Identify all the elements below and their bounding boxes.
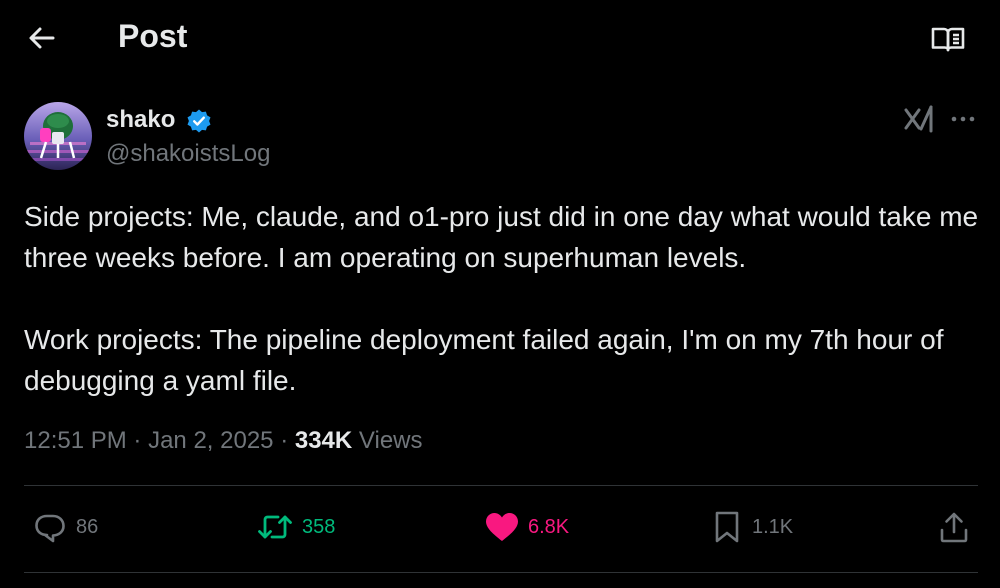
post-date[interactable]: Jan 2, 2025	[148, 427, 273, 454]
views-label: Views	[358, 427, 423, 454]
back-arrow-icon	[29, 27, 55, 49]
author-handle[interactable]: @shakoistsLog	[106, 140, 270, 168]
meta-separator: ·	[280, 427, 289, 454]
avatar-image	[24, 102, 92, 170]
back-button[interactable]	[26, 22, 58, 54]
divider	[24, 572, 978, 573]
share-icon	[940, 512, 968, 543]
page-title: Post	[118, 18, 188, 54]
bookmark-button[interactable]: 1.1K	[712, 508, 793, 546]
divider	[24, 485, 978, 486]
repost-icon	[258, 515, 292, 539]
more-options-button[interactable]	[948, 106, 978, 132]
bookmark-icon	[715, 511, 739, 543]
grok-icon	[904, 105, 933, 133]
reader-mode-button[interactable]	[930, 24, 966, 54]
avatar[interactable]	[24, 102, 92, 170]
like-button[interactable]: 6.8K	[484, 508, 569, 546]
author-name[interactable]: shako	[106, 106, 175, 134]
like-count: 6.8K	[528, 515, 570, 538]
repost-button[interactable]: 358	[256, 508, 335, 546]
meta-separator: ·	[133, 427, 142, 454]
post-text: Side projects: Me, claude, and o1-pro ju…	[24, 201, 979, 396]
like-icon	[486, 513, 518, 541]
repost-count: 358	[302, 515, 336, 538]
reply-button[interactable]: 86	[34, 508, 98, 546]
share-button[interactable]	[938, 510, 970, 544]
post-meta: 12:51 PM · Jan 2, 2025 · 334K Views	[24, 427, 423, 455]
reader-icon	[931, 27, 965, 52]
reply-icon	[35, 514, 65, 543]
more-icon	[951, 116, 975, 122]
post-time[interactable]: 12:51 PM	[24, 427, 127, 454]
verified-badge	[186, 108, 212, 134]
top-bar: Post	[0, 0, 1000, 78]
views-count: 334K	[294, 427, 353, 454]
bookmark-count: 1.1K	[752, 515, 794, 538]
grok-button[interactable]	[902, 104, 936, 134]
reply-count: 86	[76, 515, 99, 538]
verified-badge-icon	[187, 109, 211, 133]
